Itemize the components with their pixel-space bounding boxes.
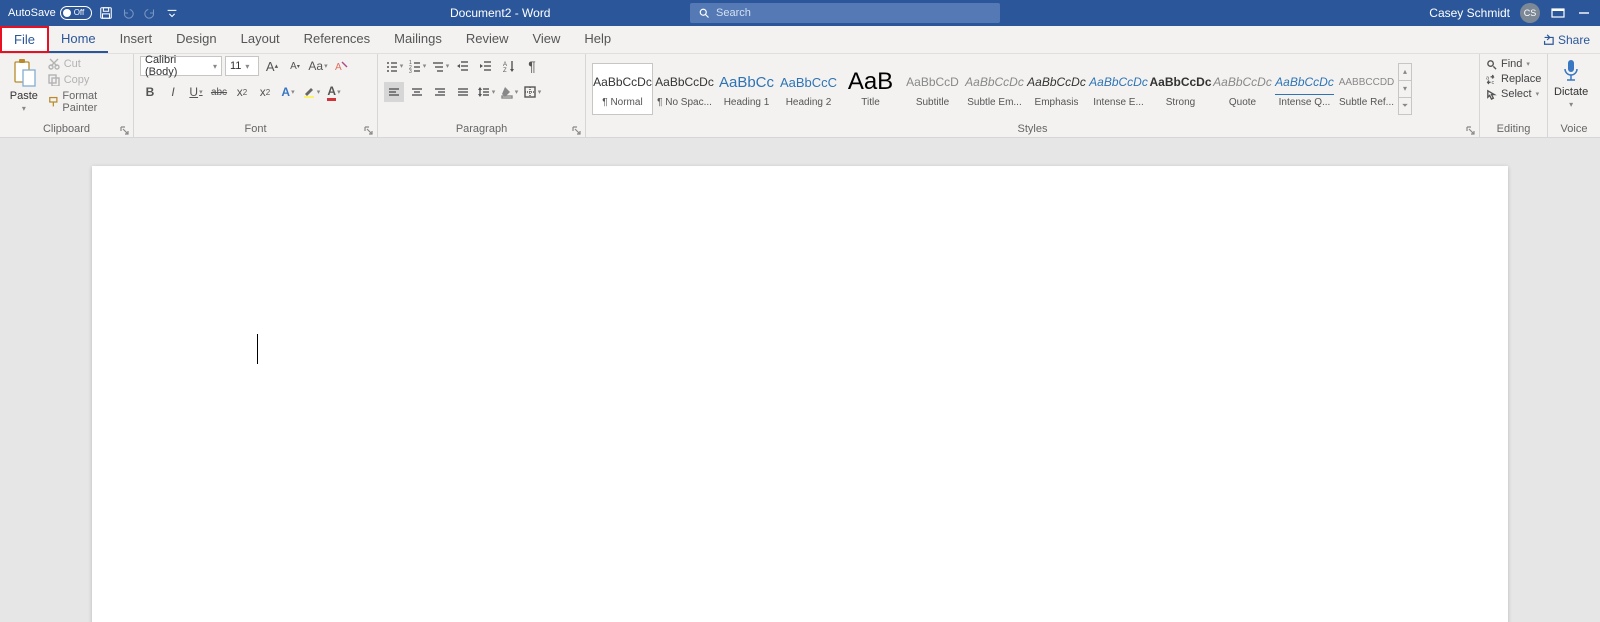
document-area: [0, 138, 1600, 622]
highlight-icon[interactable]: ▾: [301, 82, 321, 102]
strikethrough-button[interactable]: abc: [209, 82, 229, 102]
line-spacing-icon[interactable]: ▾: [476, 82, 496, 102]
style-tile--normal[interactable]: AaBbCcDc¶ Normal: [592, 63, 653, 115]
style-tile-subtle-ref-[interactable]: AABBCCDDSubtle Ref...: [1336, 63, 1397, 115]
undo-icon[interactable]: [120, 5, 136, 21]
paste-button[interactable]: Paste ▾: [6, 56, 42, 113]
subscript-button[interactable]: x2: [232, 82, 252, 102]
paragraph-launcher-icon[interactable]: [572, 124, 582, 134]
find-button[interactable]: Find ▾: [1486, 58, 1541, 70]
shrink-font-icon[interactable]: A▾: [285, 56, 305, 76]
font-size-combo[interactable]: 11▾: [225, 56, 259, 76]
minimize-icon[interactable]: [1576, 5, 1592, 21]
title-bar: AutoSave Off Document2 - Word Search Cas…: [0, 0, 1600, 26]
tab-review[interactable]: Review: [454, 26, 521, 53]
tab-references[interactable]: References: [292, 26, 382, 53]
ribbon-display-icon[interactable]: [1550, 5, 1566, 21]
copy-button[interactable]: Copy: [48, 74, 127, 86]
cut-button[interactable]: Cut: [48, 58, 127, 70]
style-tile--no-spac-[interactable]: AaBbCcDc¶ No Spac...: [654, 63, 715, 115]
styles-launcher-icon[interactable]: [1466, 124, 1476, 134]
bullets-icon[interactable]: ▾: [384, 56, 404, 76]
clipboard-launcher-icon[interactable]: [120, 124, 130, 134]
increase-indent-icon[interactable]: [476, 56, 496, 76]
document-page[interactable]: [92, 166, 1508, 622]
search-placeholder: Search: [716, 7, 751, 19]
bold-button[interactable]: B: [140, 82, 160, 102]
group-font: Calibri (Body)▾ 11▾ A▴ A▾ Aa▾ A B I U▾ a…: [134, 54, 378, 137]
replace-button[interactable]: ac Replace: [1486, 73, 1541, 85]
tab-help[interactable]: Help: [572, 26, 623, 53]
tab-insert[interactable]: Insert: [108, 26, 165, 53]
avatar[interactable]: CS: [1520, 3, 1540, 23]
autosave-label: AutoSave: [8, 7, 56, 19]
dictate-button[interactable]: Dictate ▾: [1554, 56, 1588, 109]
italic-button[interactable]: I: [163, 82, 183, 102]
style-tile-heading-1[interactable]: AaBbCcHeading 1: [716, 63, 777, 115]
style-tile-subtle-em-[interactable]: AaBbCcDcSubtle Em...: [964, 63, 1025, 115]
align-center-icon[interactable]: [407, 82, 427, 102]
tab-view[interactable]: View: [520, 26, 572, 53]
group-editing: Find ▾ ac Replace Select ▾ Editing: [1480, 54, 1548, 137]
redo-icon[interactable]: [142, 5, 158, 21]
user-name[interactable]: Casey Schmidt: [1429, 6, 1510, 20]
save-icon[interactable]: [98, 5, 114, 21]
tab-home[interactable]: Home: [49, 26, 108, 53]
underline-button[interactable]: U▾: [186, 82, 206, 102]
style-tile-heading-2[interactable]: AaBbCcCHeading 2: [778, 63, 839, 115]
text-effects-icon[interactable]: A▾: [278, 82, 298, 102]
clear-formatting-icon[interactable]: A: [331, 56, 351, 76]
style-tile-emphasis[interactable]: AaBbCcDcEmphasis: [1026, 63, 1087, 115]
select-button[interactable]: Select ▾: [1486, 88, 1541, 100]
font-name-combo[interactable]: Calibri (Body)▾: [140, 56, 222, 76]
superscript-button[interactable]: x2: [255, 82, 275, 102]
document-title: Document2 - Word: [450, 6, 550, 20]
tab-design[interactable]: Design: [164, 26, 228, 53]
sort-icon[interactable]: AZ: [499, 56, 519, 76]
tab-layout[interactable]: Layout: [229, 26, 292, 53]
font-color-icon[interactable]: A▾: [324, 82, 344, 102]
search-icon: [698, 7, 710, 19]
search-box[interactable]: Search: [690, 3, 1000, 23]
multilevel-list-icon[interactable]: ▾: [430, 56, 450, 76]
change-case-icon[interactable]: Aa▾: [308, 56, 328, 76]
group-voice: Dictate ▾ Voice: [1548, 54, 1600, 137]
format-painter-button[interactable]: Format Painter: [48, 90, 127, 114]
style-tile-subtitle[interactable]: AaBbCcDSubtitle: [902, 63, 963, 115]
show-hide-icon[interactable]: ¶: [522, 56, 542, 76]
font-launcher-icon[interactable]: [364, 124, 374, 134]
align-right-icon[interactable]: [430, 82, 450, 102]
style-tile-strong[interactable]: AaBbCcDcStrong: [1150, 63, 1211, 115]
style-tile-intense-q-[interactable]: AaBbCcDcIntense Q...: [1274, 63, 1335, 115]
group-paragraph: ▾ 123▾ ▾ AZ ¶ ▾ ▾ ▾ P: [378, 54, 586, 137]
shading-icon[interactable]: ▾: [499, 82, 519, 102]
ribbon-tabs: File Home Insert Design Layout Reference…: [0, 26, 1600, 54]
svg-text:c: c: [1492, 80, 1495, 85]
align-left-icon[interactable]: [384, 82, 404, 102]
borders-icon[interactable]: ▾: [522, 82, 542, 102]
style-tile-intense-e-[interactable]: AaBbCcDcIntense E...: [1088, 63, 1149, 115]
numbering-icon[interactable]: 123▾: [407, 56, 427, 76]
tab-file[interactable]: File: [0, 26, 49, 53]
group-styles: AaBbCcDc¶ NormalAaBbCcDc¶ No Spac...AaBb…: [586, 54, 1480, 137]
autosave-toggle[interactable]: AutoSave Off: [8, 6, 92, 20]
ribbon: Paste ▾ Cut Copy Format Painter Clipboar…: [0, 54, 1600, 138]
style-tile-title[interactable]: AaBTitle: [840, 63, 901, 115]
tab-mailings[interactable]: Mailings: [382, 26, 454, 53]
svg-text:3: 3: [409, 69, 412, 73]
svg-text:A: A: [335, 62, 342, 73]
customize-qat-icon[interactable]: [164, 5, 180, 21]
decrease-indent-icon[interactable]: [453, 56, 473, 76]
grow-font-icon[interactable]: A▴: [262, 56, 282, 76]
justify-icon[interactable]: [453, 82, 473, 102]
text-cursor: [257, 334, 258, 364]
styles-scroll[interactable]: ▴▾⏷: [1398, 63, 1412, 115]
style-tile-quote[interactable]: AaBbCcDcQuote: [1212, 63, 1273, 115]
group-clipboard: Paste ▾ Cut Copy Format Painter Clipboar…: [0, 54, 134, 137]
share-button[interactable]: Share: [1532, 26, 1600, 53]
svg-text:Z: Z: [503, 68, 507, 73]
